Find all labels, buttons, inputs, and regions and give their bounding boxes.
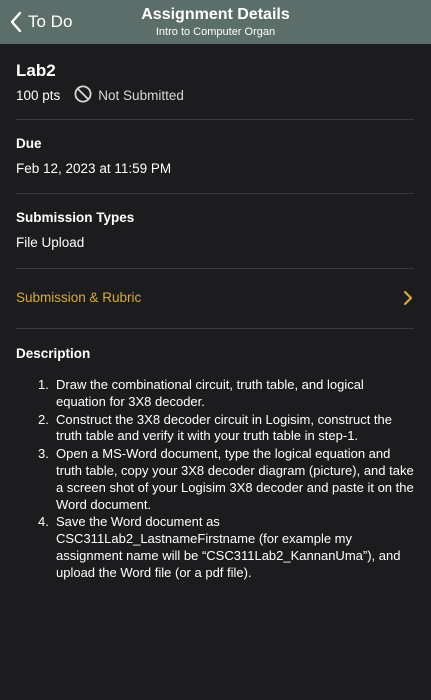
due-label: Due — [16, 136, 42, 151]
list-item-text: Construct the 3X8 decoder circuit in Log… — [56, 411, 392, 444]
list-item-text: Open a MS-Word document, type the logica… — [56, 446, 414, 512]
description-list: 1. Draw the combinational circuit, truth… — [38, 377, 414, 583]
points-value: 100 pts — [16, 87, 61, 103]
submission-types-label: Submission Types — [16, 210, 135, 225]
list-item: 2. Construct the 3X8 decoder circuit in … — [38, 412, 414, 446]
submission-status: Not Submitted — [74, 85, 184, 106]
back-button[interactable]: To Do — [10, 8, 72, 36]
list-item-text: Draw the combinational circuit, truth ta… — [56, 377, 364, 409]
assignment-meta: 100 pts Not Submitted — [16, 85, 184, 105]
divider — [16, 328, 414, 329]
back-button-label: To Do — [28, 12, 73, 31]
list-item-number: 4. — [38, 514, 49, 530]
chevron-right-icon — [403, 290, 413, 311]
divider — [16, 193, 414, 194]
list-item-number: 2. — [38, 411, 49, 427]
submission-rubric-label: Submission & Rubric — [16, 290, 142, 305]
list-item-number: 1. — [38, 377, 49, 392]
list-item-number: 3. — [38, 446, 49, 462]
submission-rubric-row[interactable]: Submission & Rubric — [0, 270, 431, 327]
divider — [16, 268, 414, 269]
page-title: Assignment Details — [141, 6, 290, 23]
assignment-details-screen: To Do Assignment Details Intro to Comput… — [0, 0, 431, 700]
description-label: Description — [16, 346, 91, 361]
assignment-title: Lab2 — [16, 61, 56, 80]
list-item-text: Save the Word document as CSC311Lab2_Las… — [56, 514, 401, 580]
list-item: 3. Open a MS-Word document, type the log… — [38, 446, 414, 513]
submission-types-value: File Upload — [16, 235, 85, 250]
submission-status-label: Not Submitted — [98, 87, 184, 103]
chevron-left-icon — [10, 11, 22, 33]
divider — [16, 119, 414, 120]
navigation-bar: To Do Assignment Details Intro to Comput… — [0, 0, 431, 44]
not-submitted-icon — [74, 85, 98, 106]
course-subtitle: Intro to Computer Organ — [155, 26, 276, 38]
due-date-value: Feb 12, 2023 at 11:59 PM — [16, 161, 172, 176]
list-item: 1. Draw the combinational circuit, truth… — [38, 377, 414, 411]
list-item: 4. Save the Word document as CSC311Lab2_… — [38, 514, 414, 581]
